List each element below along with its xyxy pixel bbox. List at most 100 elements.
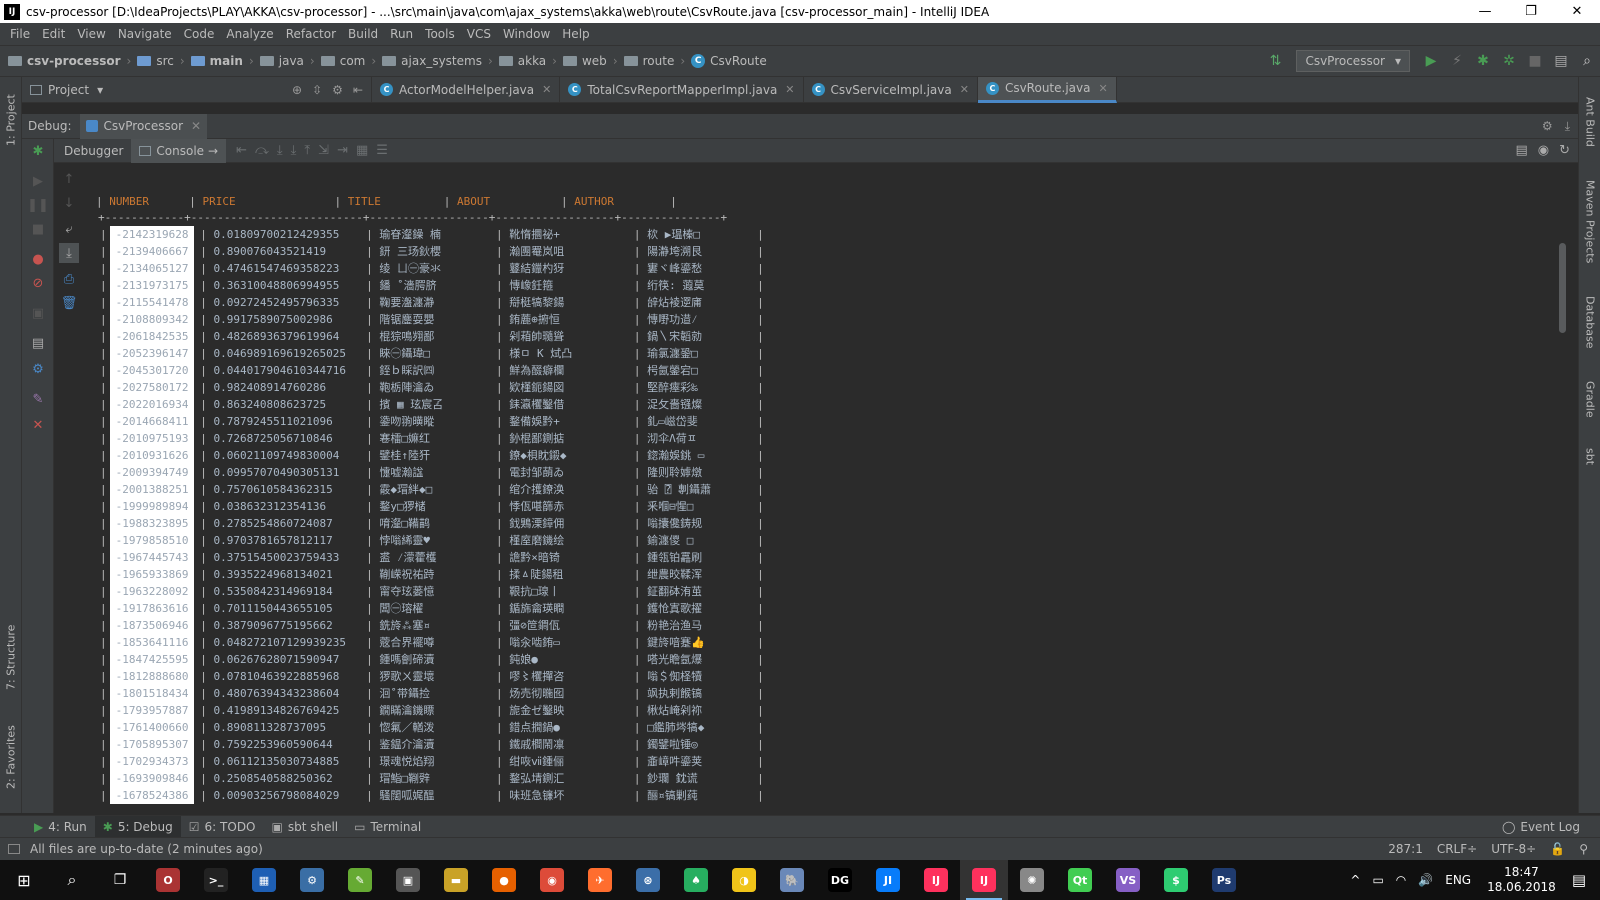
trace-icon[interactable]: ☰ [376,143,388,158]
breadcrumb-item[interactable]: akka › [498,54,557,68]
console-tab[interactable]: Console → [131,138,227,163]
hide-panel-icon[interactable]: ⤓ [1565,119,1570,134]
editor-tab[interactable]: C CsvRoute.java ✕ [977,76,1117,103]
structure-tool-tab[interactable]: 7: Structure [0,617,22,697]
lock-icon[interactable]: 🔓 [1550,842,1565,856]
pin-tab-icon[interactable]: ✎ [28,389,48,409]
run-tool-tab[interactable]: ▶ 4: Run [26,816,95,838]
menu-item-code[interactable]: Code [178,23,221,45]
coverage-icon[interactable]: ✲ [1497,49,1521,73]
restore-layout-icon[interactable]: ▤ [28,333,48,353]
breadcrumb-item[interactable]: com › [320,54,376,68]
language-indicator[interactable]: ENG [1445,873,1471,887]
menu-item-file[interactable]: File [4,23,36,45]
taskbar-app[interactable]: ♠ [672,860,720,900]
battery-icon[interactable]: ▭ [1372,873,1383,887]
lightning-icon[interactable]: ⚡ [1445,49,1469,73]
menu-item-tools[interactable]: Tools [419,23,461,45]
mute-breakpoints-icon[interactable]: ⊘ [28,273,48,293]
taskbar-app[interactable]: DG [816,860,864,900]
clear-all-icon[interactable]: 🗑 [59,293,79,313]
debugger-tab[interactable]: Debugger [56,139,131,163]
notifications-icon[interactable]: ▤ [1572,871,1586,889]
status-toggle-icon[interactable] [8,844,20,854]
taskbar-app[interactable]: 🐘 [768,860,816,900]
resume-icon[interactable]: ▶ [28,171,48,191]
clock[interactable]: 18:47 18.06.2018 [1487,865,1556,895]
menu-item-vcs[interactable]: VCS [461,23,497,45]
gradle-tool-tab[interactable]: Gradle [1579,372,1600,427]
ant-build-tool-tab[interactable]: Ant Build [1579,87,1600,157]
step-into-icon[interactable]: ⤓ [277,143,283,158]
taskbar-app[interactable]: ▬ [432,860,480,900]
taskbar-app[interactable]: IJ [912,860,960,900]
close-icon[interactable]: ✕ [28,415,48,435]
scroll-to-end-icon[interactable]: ⤓ [59,243,79,263]
taskbar-app[interactable]: Qt [1056,860,1104,900]
taskbar-app[interactable]: ✎ [336,860,384,900]
console-scrollbar[interactable] [1559,243,1566,333]
breadcrumb-item[interactable]: main › [190,54,254,68]
taskbar-app[interactable]: ◉ [528,860,576,900]
taskbar-app[interactable]: $ [1152,860,1200,900]
stop-icon[interactable]: ■ [1523,49,1547,73]
taskbar-app[interactable]: JI [864,860,912,900]
get-thread-dump-icon[interactable]: ▣ [28,303,48,323]
search-icon[interactable]: ⌕ [1575,49,1599,73]
soft-wrap-icon[interactable]: ⤶ [59,219,79,239]
editor-tab[interactable]: C ActorModelHelper.java ✕ [372,76,561,103]
taskbar-app[interactable]: ▦ [240,860,288,900]
taskbar-app[interactable]: ⚙ [288,860,336,900]
breadcrumb-item[interactable]: csv-processor › [8,54,131,68]
project-tool-tab[interactable]: 1: Project [0,85,22,155]
run-to-cursor-icon[interactable]: ⇥ [337,143,348,158]
chevron-up-icon[interactable]: ^ [1350,873,1360,887]
close-icon[interactable]: ✕ [542,83,551,96]
taskbar-app[interactable]: IJ [960,860,1008,900]
taskbar-app[interactable]: ✺ [1008,860,1056,900]
caret-position[interactable]: 287:1 [1388,842,1423,856]
menu-item-help[interactable]: Help [556,23,595,45]
database-tool-tab[interactable]: Database [1579,287,1600,357]
show-execution-point-icon[interactable]: ⇤ [236,143,247,158]
taskbar-app[interactable]: VS [1104,860,1152,900]
breadcrumb-item[interactable]: web › [562,54,618,68]
taskbar-app[interactable]: Ps [1200,860,1248,900]
stop-icon[interactable]: ■ [28,219,48,239]
close-icon[interactable]: ✕ [785,83,794,96]
sbt-tool-tab[interactable]: sbt [1579,442,1600,472]
maven-tool-tab[interactable]: Maven Projects [1579,172,1600,272]
down-arrow-icon[interactable]: ↓ [59,193,79,213]
build-icon[interactable]: ⇅ [1263,49,1287,73]
settings-gear-icon[interactable]: ⚙ [28,359,48,379]
taskbar-app[interactable]: ⊛ [624,860,672,900]
up-arrow-icon[interactable]: ↑ [59,169,79,189]
drop-frame-icon[interactable]: ⇲ [318,143,329,158]
run-icon[interactable]: ▶ [1419,49,1443,73]
editor-tab[interactable]: C CsvServiceImpl.java ✕ [804,76,978,103]
project-structure-icon[interactable]: ▤ [1549,49,1573,73]
refresh-icon[interactable]: ↻ [1559,143,1570,158]
search-button[interactable]: ⌕ [48,860,96,900]
volume-icon[interactable]: 🔊 [1418,873,1433,887]
hide-icon[interactable]: ⇤ [353,83,363,97]
project-panel-header[interactable]: Project ▾ ⊕ ⇳ ⚙ ⇤ [22,76,372,103]
view-breakpoints-icon[interactable]: ● [28,249,48,269]
taskbar-app[interactable]: ◑ [720,860,768,900]
minimize-button[interactable]: — [1462,0,1508,23]
debug-bug-icon[interactable]: ✱ [28,141,48,161]
event-log-tab[interactable]: ◯ Event Log [1502,820,1580,834]
taskbar-app[interactable]: ✈ [576,860,624,900]
restore-layout-icon[interactable]: ▤ [1515,143,1527,158]
breadcrumb-item[interactable]: route › [623,54,685,68]
step-out-icon[interactable]: ⤒ [304,143,310,158]
breadcrumb-item[interactable]: ajax_systems › [382,54,493,68]
run-config-select[interactable]: CsvProcessor ▾ [1296,50,1410,72]
editor-tab[interactable]: C TotalCsvReportMapperImpl.java ✕ [560,76,804,103]
evaluate-icon[interactable]: ▦ [356,143,368,158]
step-over-icon[interactable]: ⤼ [255,143,269,158]
menu-item-build[interactable]: Build [342,23,384,45]
task-view-button[interactable]: ❐ [96,860,144,900]
menu-item-view[interactable]: View [71,23,111,45]
file-encoding[interactable]: UTF-8÷ [1491,842,1536,856]
